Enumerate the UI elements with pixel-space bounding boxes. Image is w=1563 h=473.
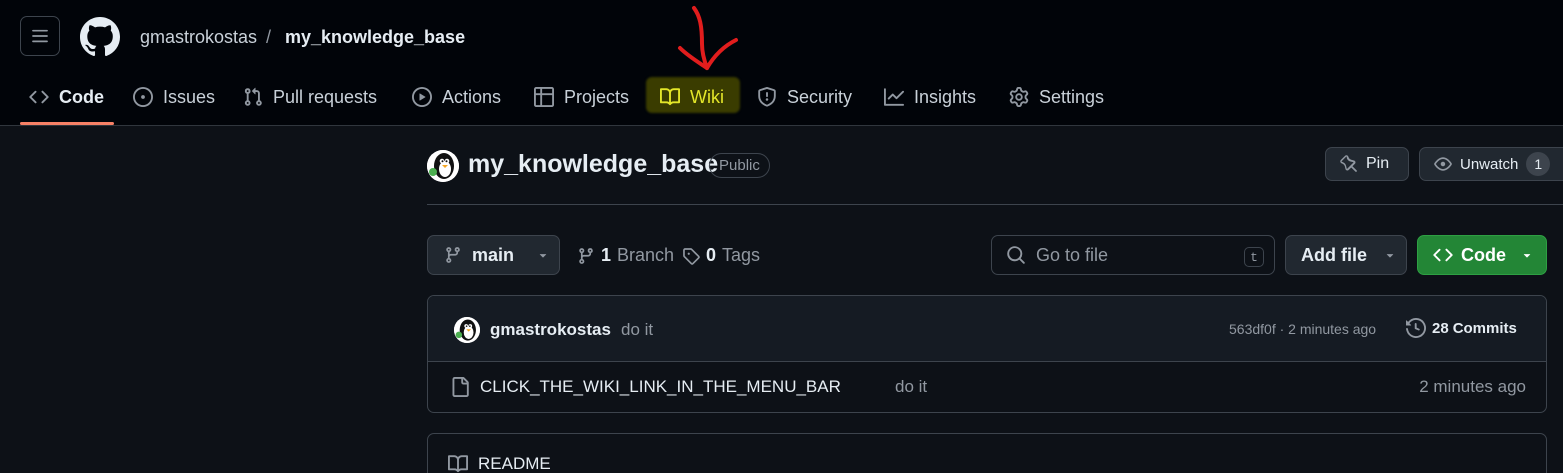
pin-button[interactable]: Pin bbox=[1325, 147, 1409, 181]
history-icon bbox=[1406, 318, 1426, 338]
pull-request-icon bbox=[244, 87, 262, 106]
tab-security[interactable]: Security bbox=[757, 83, 852, 111]
eye-icon bbox=[1434, 157, 1452, 171]
penguin-avatar-icon bbox=[454, 317, 480, 343]
tab-pull-requests[interactable]: Pull requests bbox=[243, 83, 377, 111]
tag-count: 0 bbox=[706, 245, 717, 265]
go-to-file-search[interactable]: t bbox=[991, 235, 1275, 275]
caret-down-icon bbox=[539, 254, 547, 258]
search-icon bbox=[1007, 246, 1025, 264]
repo-title[interactable]: my_knowledge_base bbox=[468, 150, 718, 179]
caret-down-icon bbox=[1523, 254, 1531, 258]
commits-history-link[interactable]: 28 Commits bbox=[1406, 318, 1517, 338]
penguin-avatar-icon bbox=[427, 150, 459, 182]
tab-label: Settings bbox=[1039, 86, 1105, 107]
repo-owner-avatar[interactable] bbox=[427, 150, 459, 182]
tag-label: Tags bbox=[722, 245, 761, 265]
code-dropdown-button[interactable]: Code bbox=[1417, 235, 1547, 275]
tag-icon bbox=[683, 247, 700, 265]
branch-icon bbox=[579, 247, 593, 264]
header-divider bbox=[427, 204, 1563, 205]
pin-icon bbox=[1340, 155, 1357, 172]
tab-actions[interactable]: Actions bbox=[412, 83, 501, 111]
watch-count: 1 bbox=[1526, 152, 1551, 176]
tab-label: Pull requests bbox=[273, 86, 378, 107]
branches-link[interactable]: 1 Branch bbox=[577, 245, 674, 266]
book-icon bbox=[660, 88, 680, 106]
tab-label: Insights bbox=[914, 86, 977, 107]
commit-author-avatar[interactable] bbox=[454, 317, 480, 343]
shortcut-hint: t bbox=[1244, 247, 1264, 267]
tab-label: Wiki bbox=[690, 86, 724, 107]
tab-label: Actions bbox=[442, 86, 502, 107]
branch-label: Branch bbox=[617, 245, 675, 265]
annotation-arrow bbox=[678, 6, 738, 70]
play-icon bbox=[412, 87, 432, 107]
graph-icon bbox=[884, 88, 904, 106]
commits-label: Commits bbox=[1452, 319, 1517, 337]
tab-issues[interactable]: Issues bbox=[133, 83, 215, 111]
tab-projects[interactable]: Projects bbox=[534, 83, 629, 111]
menu-button[interactable] bbox=[20, 16, 60, 56]
file-icon bbox=[452, 377, 469, 397]
tab-code[interactable]: Code bbox=[29, 83, 104, 111]
code-icon bbox=[1433, 248, 1453, 262]
tab-label: Projects bbox=[564, 86, 630, 107]
tab-wiki[interactable]: Wiki bbox=[660, 83, 724, 111]
visibility-badge: Public bbox=[709, 153, 770, 178]
shield-icon bbox=[758, 87, 776, 107]
unwatch-button[interactable]: Unwatch 1 bbox=[1419, 147, 1563, 181]
branch-count: 1 bbox=[601, 245, 612, 265]
file-commit-message[interactable]: do it bbox=[895, 377, 927, 397]
github-logo-icon[interactable] bbox=[80, 17, 120, 57]
hamburger-icon bbox=[32, 29, 48, 43]
file-name-link[interactable]: CLICK_THE_WIKI_LINK_IN_THE_MENU_BAR bbox=[480, 377, 841, 397]
code-icon bbox=[29, 90, 49, 104]
readme-tab[interactable]: README bbox=[448, 454, 551, 473]
go-to-file-input[interactable] bbox=[1036, 244, 1226, 266]
tab-label: Security bbox=[787, 86, 853, 107]
issue-icon bbox=[133, 87, 153, 107]
readme-label: README bbox=[478, 454, 551, 473]
unwatch-label: Unwatch bbox=[1460, 155, 1519, 173]
commit-message-link[interactable]: do it bbox=[621, 320, 653, 340]
code-label: Code bbox=[1461, 244, 1506, 265]
file-updated-time: 2 minutes ago bbox=[1419, 377, 1526, 396]
branch-icon bbox=[446, 247, 460, 263]
branch-name: main bbox=[472, 244, 515, 265]
table-icon bbox=[534, 87, 554, 107]
tags-link[interactable]: 0 Tags bbox=[682, 245, 760, 266]
commit-author-link[interactable]: gmastrokostas bbox=[490, 320, 611, 340]
file-row[interactable]: CLICK_THE_WIKI_LINK_IN_THE_MENU_BAR do i… bbox=[428, 362, 1546, 412]
latest-commit-row: gmastrokostas do it 563df0f · 2 minutes … bbox=[428, 296, 1546, 362]
active-tab-underline bbox=[20, 122, 114, 125]
tab-label: Code bbox=[59, 86, 104, 107]
commit-hash-time[interactable]: 563df0f · 2 minutes ago bbox=[1229, 321, 1376, 337]
breadcrumb-repo-link[interactable]: my_knowledge_base bbox=[285, 27, 465, 48]
breadcrumb-separator: / bbox=[266, 27, 272, 47]
tab-settings[interactable]: Settings bbox=[1009, 83, 1104, 111]
readme-panel: README bbox=[427, 433, 1547, 473]
tab-label: Issues bbox=[163, 86, 216, 107]
book-icon bbox=[448, 455, 468, 473]
add-file-button[interactable]: Add file bbox=[1285, 235, 1407, 275]
pin-label: Pin bbox=[1366, 155, 1390, 172]
file-list: gmastrokostas do it 563df0f · 2 minutes … bbox=[427, 295, 1547, 413]
caret-down-icon bbox=[1386, 254, 1394, 258]
gear-icon bbox=[1009, 87, 1029, 107]
tab-insights[interactable]: Insights bbox=[884, 83, 976, 111]
branch-select-button[interactable]: main bbox=[427, 235, 560, 275]
commits-count: 28 bbox=[1432, 319, 1449, 337]
add-file-label: Add file bbox=[1301, 244, 1367, 265]
breadcrumb-owner-link[interactable]: gmastrokostas bbox=[140, 27, 257, 48]
